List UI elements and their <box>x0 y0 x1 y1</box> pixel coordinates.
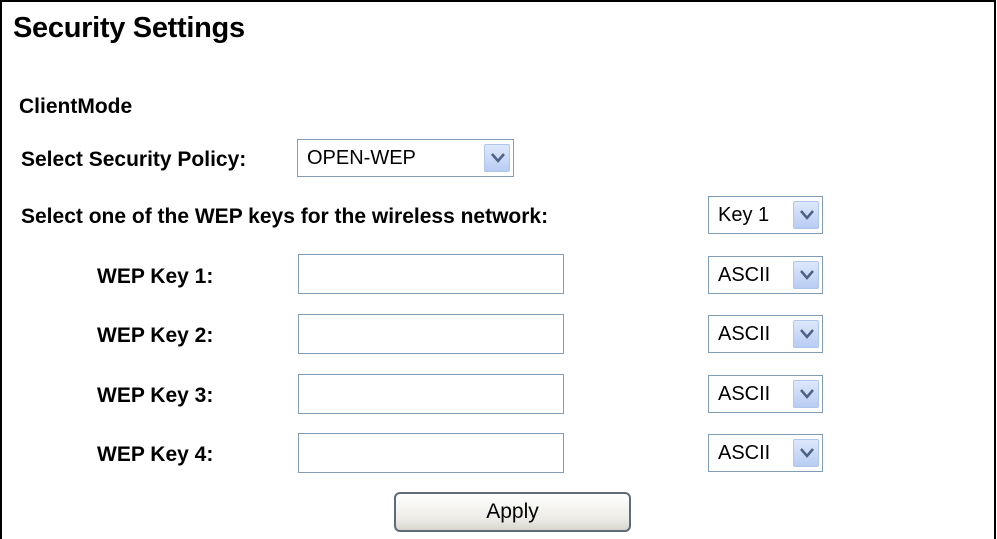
wep-key-1-label: WEP Key 1: <box>97 265 214 288</box>
section-heading: ClientMode <box>19 95 133 118</box>
settings-panel: Security Settings ClientMode Select Secu… <box>0 0 996 539</box>
wep-key-4-format-value: ASCII <box>718 442 771 464</box>
chevron-down-icon[interactable] <box>793 439 819 467</box>
security-policy-label: Select Security Policy: <box>21 148 247 171</box>
wep-key-2-format-select[interactable]: ASCII <box>708 315 823 353</box>
page-title: Security Settings <box>13 12 245 44</box>
wep-key-4-label: WEP Key 4: <box>97 443 214 466</box>
wep-key-4-format-select[interactable]: ASCII <box>708 434 823 472</box>
wep-key-1-input[interactable] <box>298 254 564 294</box>
wep-key-select-label: Select one of the WEP keys for the wirel… <box>21 205 549 228</box>
wep-key-index-value: Key 1 <box>718 204 770 226</box>
chevron-down-icon[interactable] <box>484 144 510 172</box>
chevron-down-icon[interactable] <box>793 261 819 289</box>
wep-key-index-select[interactable]: Key 1 <box>708 196 823 234</box>
wep-key-4-input[interactable] <box>298 433 564 473</box>
apply-button[interactable]: Apply <box>394 492 631 532</box>
wep-key-2-input[interactable] <box>298 314 564 354</box>
security-policy-value: OPEN-WEP <box>307 147 416 169</box>
chevron-down-icon[interactable] <box>793 320 819 348</box>
chevron-down-icon[interactable] <box>793 201 819 229</box>
wep-key-2-label: WEP Key 2: <box>97 324 214 347</box>
wep-key-1-format-value: ASCII <box>718 264 771 286</box>
wep-key-3-label: WEP Key 3: <box>97 384 214 407</box>
wep-key-3-format-value: ASCII <box>718 383 771 405</box>
wep-key-1-format-select[interactable]: ASCII <box>708 256 823 294</box>
security-policy-select[interactable]: OPEN-WEP <box>297 139 514 177</box>
wep-key-3-format-select[interactable]: ASCII <box>708 375 823 413</box>
wep-key-2-format-value: ASCII <box>718 323 771 345</box>
wep-key-3-input[interactable] <box>298 374 564 414</box>
chevron-down-icon[interactable] <box>793 380 819 408</box>
